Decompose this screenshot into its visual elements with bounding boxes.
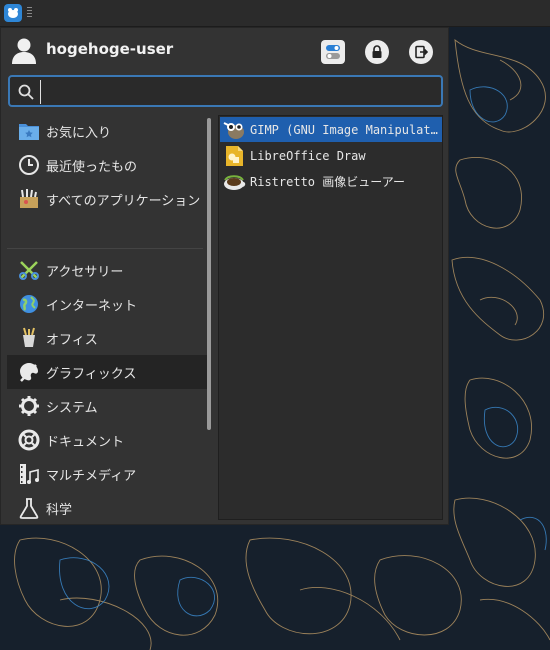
category-multimedia[interactable]: マルチメディア [7, 457, 209, 491]
user-header: hogehoge-user [1, 28, 450, 72]
category-all-applications[interactable]: すべてのアプリケーション [7, 182, 209, 216]
office-icon [17, 326, 41, 350]
category-label: インターネット [46, 298, 138, 314]
category-label: グラフィックス [46, 366, 137, 382]
settings-toggle-icon [326, 45, 340, 59]
category-scrollbar[interactable] [207, 118, 211, 430]
category-label: システム [46, 400, 98, 416]
gimp-icon [222, 119, 246, 141]
graphics-icon [17, 360, 41, 384]
category-label: お気に入り [46, 125, 112, 141]
flask-icon [17, 496, 41, 520]
app-item-ristretto[interactable]: Ristretto 画像ビューアー [220, 169, 442, 194]
user-avatar-icon [12, 38, 36, 64]
logout-icon [415, 45, 428, 59]
accessories-icon [17, 258, 41, 282]
search-input[interactable] [40, 80, 443, 104]
user-name: hogehoge-user [46, 40, 174, 58]
libreoffice-draw-icon [222, 145, 246, 167]
category-label: 最近使ったもの [46, 159, 138, 175]
panel-handle[interactable] [27, 7, 32, 19]
film-music-icon [17, 462, 41, 486]
category-internet[interactable]: インターネット [7, 287, 209, 321]
gear-icon [17, 394, 41, 418]
logout-button[interactable] [409, 40, 433, 64]
globe-icon [17, 292, 41, 316]
clock-icon [17, 153, 41, 177]
category-label: 科学 [46, 502, 73, 518]
top-panel [0, 0, 550, 27]
category-science[interactable]: 科学 [7, 491, 209, 525]
category-favorites[interactable]: お気に入り [7, 114, 209, 148]
category-label: アクセサリー [46, 264, 124, 280]
application-list: GIMP (GNU Image Manipulat… LibreOffice D… [218, 115, 443, 520]
app-item-libreoffice-draw[interactable]: LibreOffice Draw [220, 143, 442, 168]
folder-icon [17, 119, 41, 143]
xfce-mouse-icon [8, 8, 18, 18]
lock-icon [372, 45, 382, 58]
search-box[interactable] [8, 75, 443, 107]
whisker-menu-button[interactable] [4, 4, 22, 22]
category-development[interactable]: 開発 [7, 525, 209, 526]
category-label: オフィス [46, 332, 98, 348]
all-apps-icon [17, 187, 41, 211]
category-system[interactable]: システム [7, 389, 209, 423]
whisker-menu: hogehoge-user お気に入り 最近使ったもの すべてのアプリケーション… [0, 27, 449, 525]
category-accessories[interactable]: アクセサリー [7, 253, 209, 287]
app-item-gimp[interactable]: GIMP (GNU Image Manipulat… [220, 117, 442, 142]
app-label: LibreOffice Draw [250, 148, 366, 163]
category-graphics[interactable]: グラフィックス [7, 355, 209, 389]
category-list: お気に入り 最近使ったもの すべてのアプリケーション アクセサリー インターネッ… [1, 114, 211, 526]
category-documents[interactable]: ドキュメント [7, 423, 209, 457]
app-label: GIMP (GNU Image Manipulat… [250, 122, 438, 137]
category-office[interactable]: オフィス [7, 321, 209, 355]
settings-button[interactable] [321, 40, 345, 64]
category-label: マルチメディア [46, 468, 137, 484]
search-icon [18, 84, 34, 100]
separator [7, 248, 203, 249]
ristretto-icon [222, 171, 246, 193]
category-recent[interactable]: 最近使ったもの [7, 148, 209, 182]
app-label: Ristretto 画像ビューアー [250, 175, 406, 189]
lock-screen-button[interactable] [365, 40, 389, 64]
lifebuoy-icon [17, 428, 41, 452]
category-label: すべてのアプリケーション [46, 193, 201, 209]
category-label: ドキュメント [46, 434, 125, 450]
